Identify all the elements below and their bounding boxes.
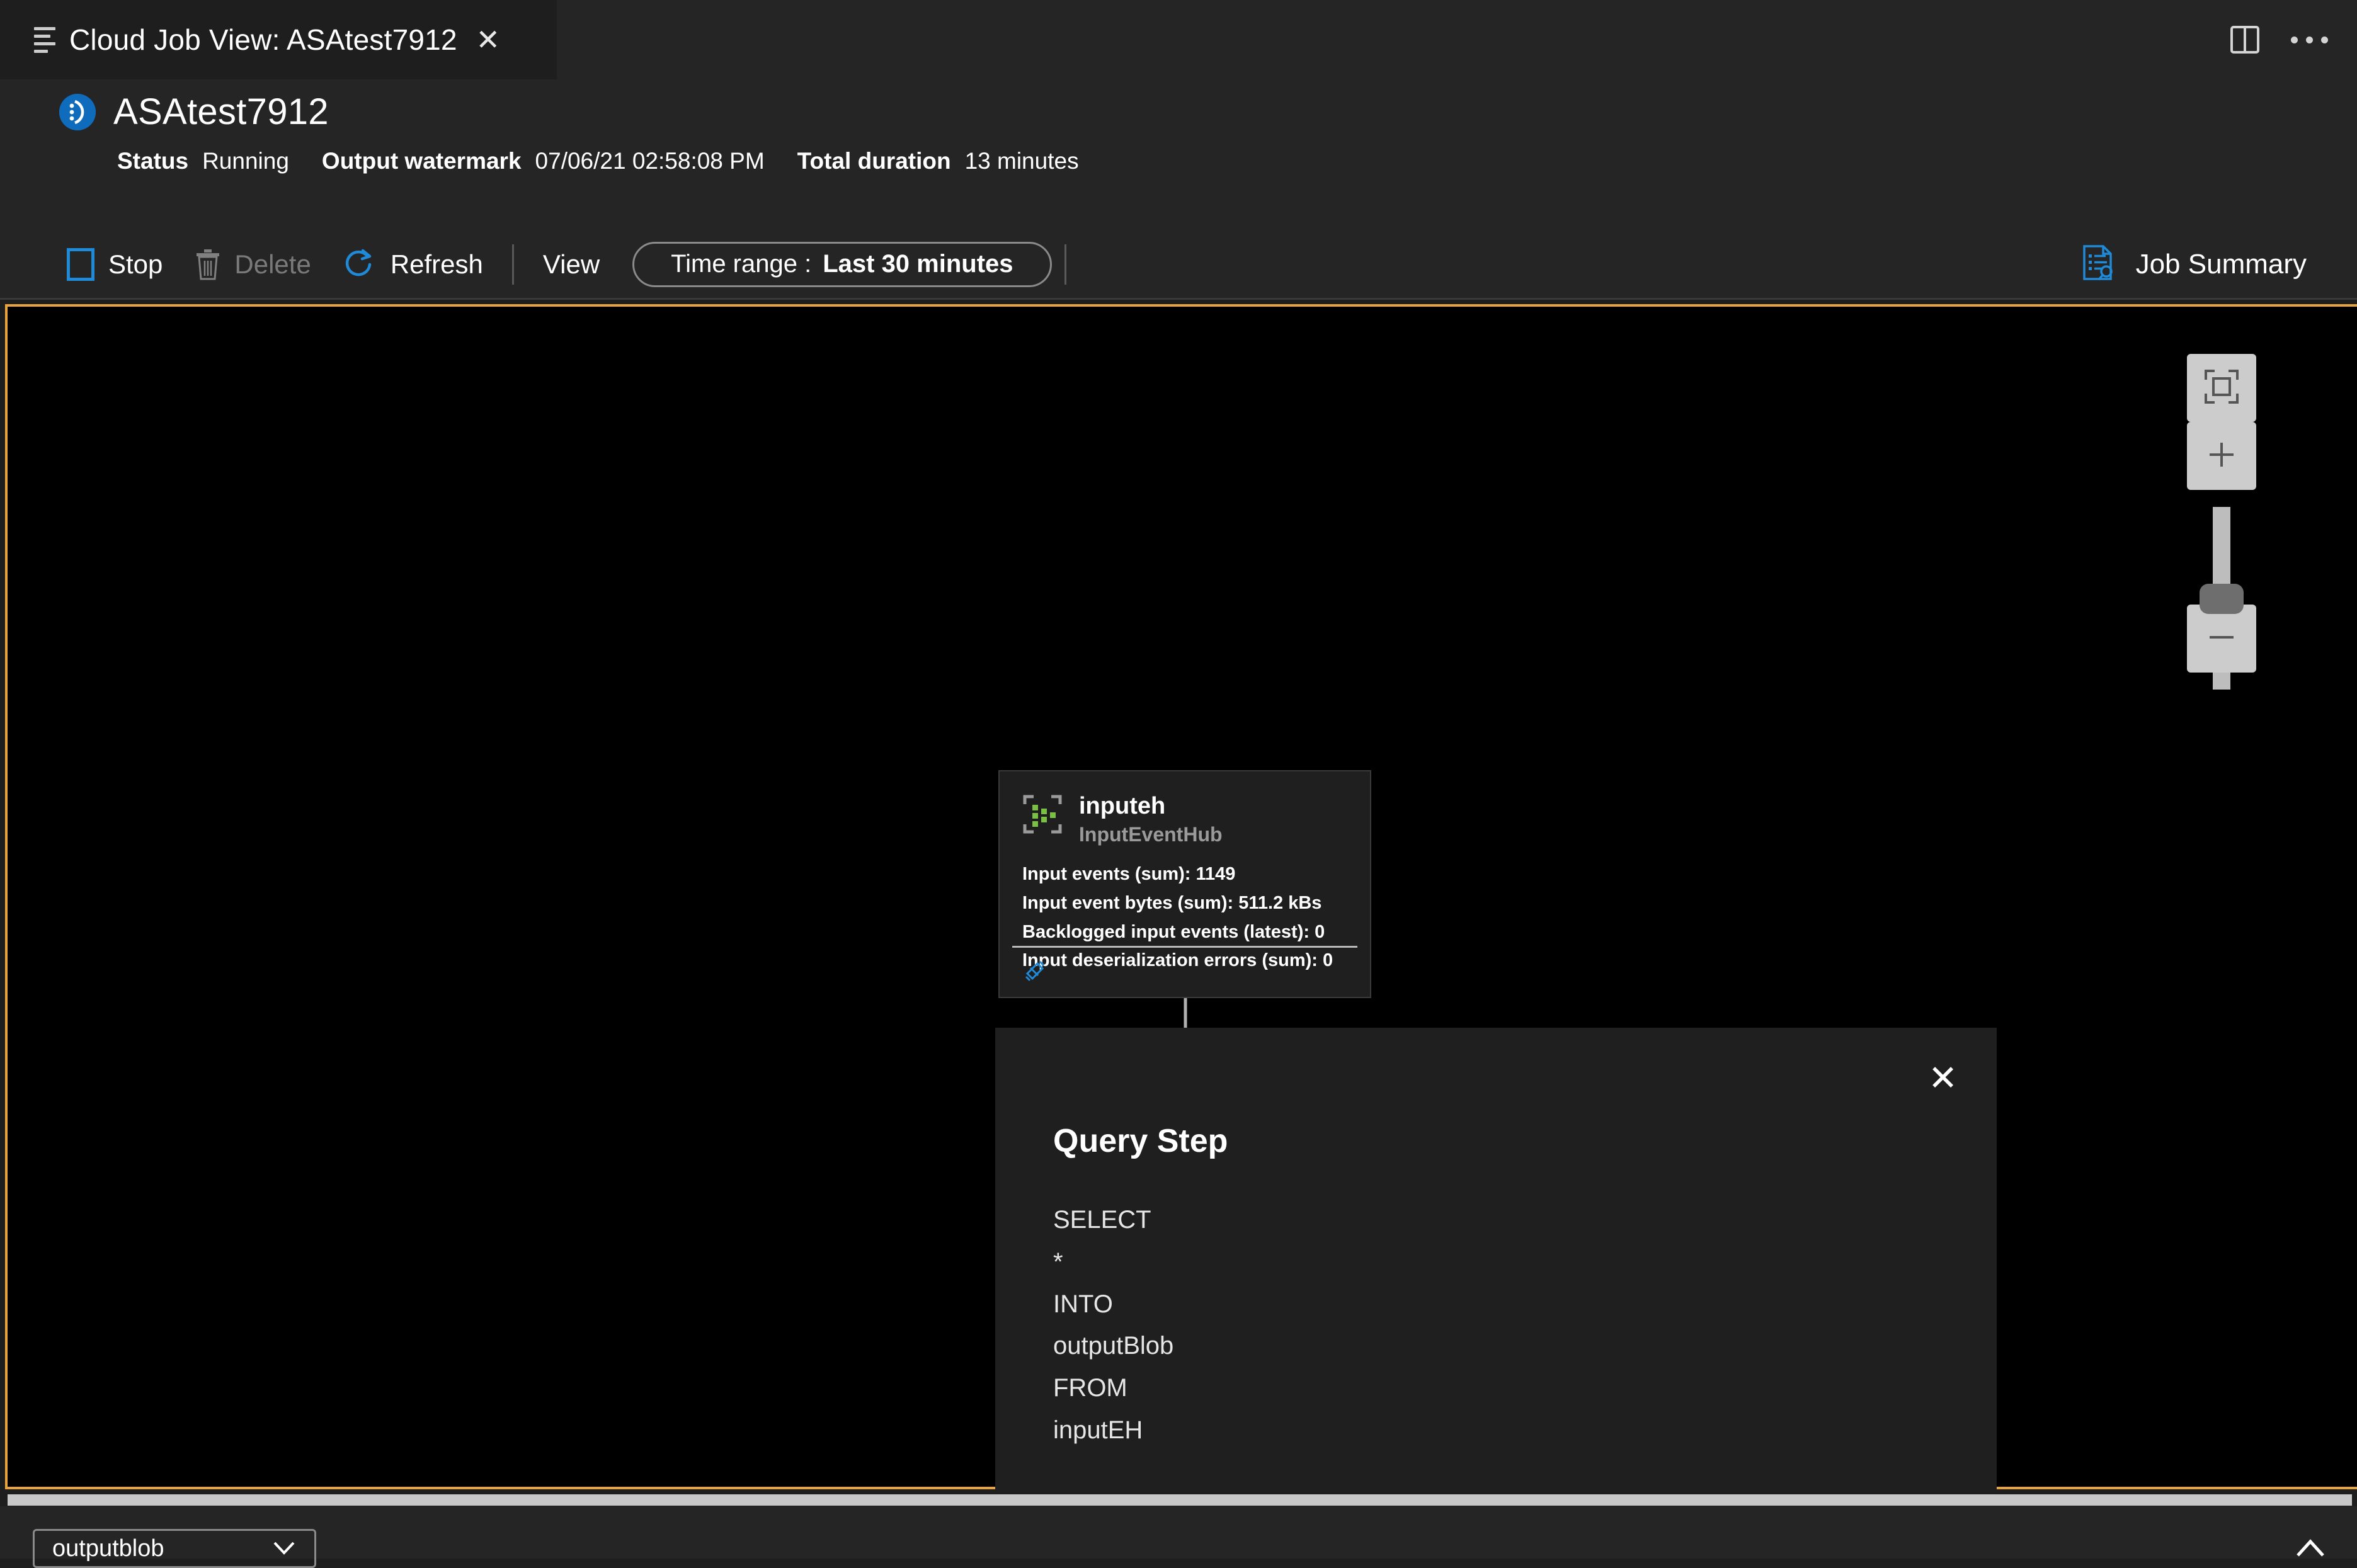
node-footer: [1022, 958, 1047, 987]
tab-bar-actions: [2230, 0, 2357, 79]
watermark-label: Output watermark: [321, 148, 522, 174]
stop-button[interactable]: Stop: [50, 230, 179, 298]
time-range-value: Last 30 minutes: [823, 250, 1013, 278]
bottom-panel: outputblob: [0, 1506, 2357, 1568]
toolbar: Stop Delete Refresh View Time range: La…: [0, 230, 2357, 300]
node-divider: [1012, 946, 1357, 948]
fit-to-screen-icon: [2203, 368, 2240, 408]
watermark-value: 07/06/21 02:58:08 PM: [535, 148, 765, 174]
output-selector-value: outputblob: [52, 1535, 164, 1562]
stop-square-icon: [67, 247, 94, 281]
metric-input-deserialization-errors: Input deserialization errors (sum): 0: [1022, 950, 1333, 971]
minus-icon: [2203, 619, 2240, 659]
output-selector-dropdown[interactable]: outputblob: [33, 1529, 316, 1568]
trash-icon: [195, 249, 220, 280]
delete-button-label: Delete: [234, 249, 311, 279]
horizontal-scrollbar[interactable]: [8, 1494, 2352, 1506]
status-label: Status: [117, 148, 189, 174]
node-name: inputeh: [1079, 793, 1166, 819]
plus-icon: [2203, 436, 2240, 476]
node-metrics: Input events (sum): 1149 Input event byt…: [1000, 846, 1370, 975]
view-button-label: View: [542, 249, 600, 279]
query-line: inputEH: [1053, 1416, 1143, 1444]
node-header: inputeh InputEventHub: [1000, 771, 1370, 846]
status-value: Running: [202, 148, 289, 174]
chevron-down-icon: [271, 1535, 297, 1562]
job-summary-button[interactable]: Job Summary: [2082, 244, 2328, 284]
diagram-node-inputeh[interactable]: inputeh InputEventHub Input events (sum)…: [998, 770, 1371, 998]
duration-value: 13 minutes: [964, 148, 1079, 174]
job-meta: Status Running Output watermark 07/06/21…: [59, 148, 2357, 174]
event-hub-icon: [1022, 794, 1063, 834]
fit-to-screen-button[interactable]: [2187, 354, 2256, 422]
time-range-label: Time range :: [671, 250, 812, 278]
job-summary-label: Job Summary: [2135, 248, 2307, 280]
close-icon[interactable]: ✕: [471, 25, 505, 54]
refresh-icon: [344, 248, 377, 281]
query-line: *: [1053, 1247, 1063, 1276]
job-header: ASAtest7912 Status Running Output waterm…: [0, 79, 2357, 230]
tab-cloud-job-view[interactable]: Cloud Job View: ASAtest7912 ✕: [0, 0, 557, 79]
page-title: ASAtest7912: [113, 91, 329, 132]
metric-input-event-bytes: Input event bytes (sum): 511.2 kBs: [1022, 892, 1322, 913]
zoom-controls: [2187, 354, 2256, 690]
refresh-button-label: Refresh: [390, 249, 483, 279]
chevron-up-icon[interactable]: [2294, 1534, 2327, 1559]
job-title-row: ASAtest7912: [59, 91, 2357, 133]
duration-label: Total duration: [797, 148, 951, 174]
query-step-title: Query Step: [1053, 1123, 1228, 1159]
query-step-body: SELECT * INTO outputBlob FROM inputEH: [995, 1160, 1997, 1452]
split-editor-icon[interactable]: [2230, 26, 2259, 54]
tab-bar: Cloud Job View: ASAtest7912 ✕: [0, 0, 2357, 79]
tab-title: Cloud Job View: ASAtest7912: [69, 23, 457, 56]
node-type: InputEventHub: [1079, 822, 1223, 846]
view-button[interactable]: View: [527, 230, 616, 298]
document-search-icon: [2082, 244, 2117, 284]
query-step-panel: ✕ Query Step SELECT * INTO outputBlob FR…: [995, 1028, 1997, 1492]
plug-icon[interactable]: [1022, 960, 1047, 986]
query-line: INTO: [1053, 1290, 1113, 1318]
time-range-selector[interactable]: Time range : Last 30 minutes: [632, 241, 1052, 287]
ellipsis-icon[interactable]: [2291, 36, 2328, 43]
close-icon[interactable]: ✕: [1928, 1060, 1958, 1096]
zoom-out-button[interactable]: [2187, 605, 2256, 673]
delete-button[interactable]: Delete: [179, 230, 327, 298]
toolbar-divider-2: [1064, 244, 1066, 285]
query-line: FROM: [1053, 1374, 1127, 1402]
list-icon: [34, 26, 55, 53]
refresh-button[interactable]: Refresh: [328, 230, 499, 298]
zoom-in-button[interactable]: [2187, 422, 2256, 490]
metric-input-events: Input events (sum): 1149: [1022, 863, 1236, 884]
toolbar-divider: [511, 244, 514, 285]
azure-stream-analytics-icon: [59, 93, 96, 130]
metric-backlogged-input-events: Backlogged input events (latest): 0: [1022, 921, 1325, 942]
zoom-slider-thumb[interactable]: [2200, 584, 2244, 614]
query-line: SELECT: [1053, 1206, 1151, 1234]
query-line: outputBlob: [1053, 1332, 1174, 1360]
stop-button-label: Stop: [108, 249, 163, 279]
